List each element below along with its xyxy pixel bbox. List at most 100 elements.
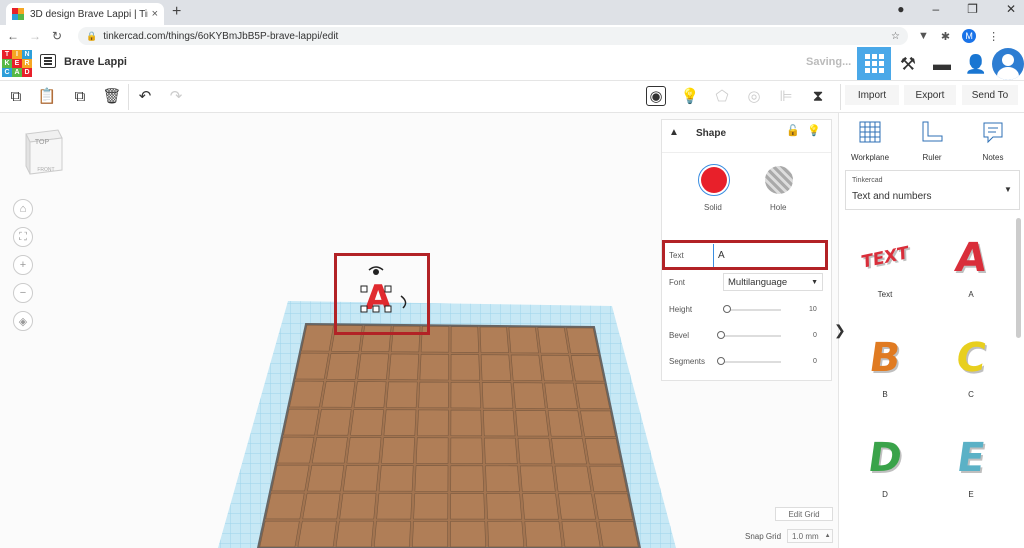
bookmark-star-icon[interactable]: ☆: [891, 31, 900, 42]
hole-button[interactable]: [765, 166, 793, 194]
zoom-out-icon[interactable]: −: [13, 283, 33, 303]
plate-cell: [589, 465, 628, 492]
window-controls: ● – ❐ ✕: [897, 2, 1016, 16]
forward-icon[interactable]: →: [26, 29, 44, 43]
undo-icon[interactable]: ↶: [135, 86, 155, 106]
plate-cell: [480, 354, 512, 381]
workplane-tool[interactable]: Workplane: [848, 120, 892, 162]
plate-cell: [593, 493, 633, 520]
segments-slider-knob[interactable]: [717, 357, 725, 365]
extension-icon[interactable]: ▼: [918, 30, 929, 42]
plate-cell: [326, 353, 359, 380]
viewcube-top: TOP: [35, 139, 50, 146]
maximize-icon[interactable]: ❐: [967, 2, 978, 16]
rotate-handle: [400, 295, 407, 309]
height-slider-track[interactable]: [723, 309, 781, 311]
minimize-icon[interactable]: –: [932, 2, 939, 16]
lock-shape-icon[interactable]: 🔓: [786, 124, 800, 137]
plate-cell: [450, 381, 481, 409]
bevel-slider-track[interactable]: [719, 335, 781, 337]
plate-cell: [484, 437, 518, 464]
plate-cell: [295, 352, 329, 380]
height-slider-knob[interactable]: [723, 305, 731, 313]
bevel-slider-knob[interactable]: [717, 331, 725, 339]
shape-item-b[interactable]: BB: [850, 330, 920, 399]
ruler-label: Ruler: [922, 153, 942, 162]
home-view-icon[interactable]: ⌂: [13, 199, 33, 219]
bricks-icon[interactable]: ▬: [930, 52, 954, 76]
ungroup-icon[interactable]: ◎: [744, 86, 764, 106]
project-name[interactable]: Brave Lappi: [64, 56, 127, 68]
group-icon[interactable]: ⬠: [712, 86, 732, 106]
profile-avatar[interactable]: M: [962, 29, 977, 43]
library-select[interactable]: Tinkercad Text and numbers ▼: [845, 170, 1020, 210]
show-hide-icon[interactable]: ◉: [646, 86, 666, 106]
close-window-icon[interactable]: ✕: [1006, 2, 1016, 16]
light-shape-icon[interactable]: 💡: [807, 124, 821, 137]
tinkercad-logo[interactable]: TIN KER CAD: [2, 50, 32, 77]
address-bar[interactable]: 🔒 tinkercad.com/things/6oKYBmJbB5P-brave…: [78, 27, 908, 45]
ruler-icon: [922, 121, 943, 142]
shape-item-a[interactable]: AA: [936, 230, 1006, 299]
segments-value[interactable]: 0: [813, 358, 817, 365]
design-list-icon[interactable]: [40, 54, 56, 68]
solid-button[interactable]: [698, 164, 730, 196]
notes-tool[interactable]: Notes: [971, 120, 1015, 162]
new-tab-button[interactable]: +: [172, 3, 181, 21]
profile-dot-icon[interactable]: ●: [897, 2, 904, 16]
plate-cell: [487, 521, 525, 548]
fit-view-icon[interactable]: ⛶: [13, 227, 33, 247]
shape-item-d[interactable]: DD: [850, 430, 920, 499]
browser-tab[interactable]: 3D design Brave Lappi | Tinkercad ×: [6, 3, 164, 25]
shape-item-e[interactable]: EE: [936, 430, 1006, 499]
lightbulb-icon[interactable]: 💡: [680, 86, 700, 106]
plate-cell: [376, 493, 413, 520]
duplicate-icon[interactable]: ⧉: [70, 86, 90, 106]
back-icon[interactable]: ←: [4, 29, 22, 43]
import-button[interactable]: Import: [845, 85, 899, 105]
trash-icon[interactable]: 🗑: [102, 86, 122, 106]
shape-item-c[interactable]: CC: [936, 330, 1006, 399]
shape-item-text[interactable]: TEXT Text: [850, 230, 920, 299]
plate-cell: [388, 353, 419, 381]
bevel-value[interactable]: 0: [813, 332, 817, 339]
text-input[interactable]: A: [713, 244, 824, 267]
pickaxe-icon[interactable]: ⚒: [896, 52, 920, 76]
reload-icon[interactable]: ↻: [48, 29, 66, 43]
plate-cell: [558, 493, 596, 520]
plate-cell: [486, 493, 522, 520]
paste-icon[interactable]: 📋: [37, 86, 57, 106]
view-cube[interactable]: TOP FRONT: [22, 128, 64, 178]
3d-view-button[interactable]: [857, 47, 891, 80]
plate-cell: [450, 409, 482, 437]
copy-icon[interactable]: ⧉: [6, 86, 26, 106]
collapse-sidebar-icon[interactable]: ❯: [834, 322, 846, 340]
align-icon[interactable]: ⊫: [776, 86, 796, 106]
handle: [384, 285, 392, 293]
kebab-menu-icon[interactable]: ⋮: [988, 30, 999, 43]
redo-icon[interactable]: ↷: [166, 86, 186, 106]
send-to-button[interactable]: Send To: [962, 85, 1018, 105]
library-name: Text and numbers: [852, 191, 932, 202]
tab-close-icon[interactable]: ×: [152, 8, 158, 20]
plate-cell: [321, 381, 356, 408]
toolbar-divider: [128, 84, 129, 110]
mirror-icon[interactable]: ⧗: [808, 86, 828, 106]
letter-a-shape[interactable]: A: [355, 264, 415, 319]
user-avatar[interactable]: [992, 48, 1024, 80]
font-select[interactable]: Multilanguage ▼: [723, 273, 823, 291]
plate-cell: [522, 493, 559, 520]
ruler-tool[interactable]: Ruler: [910, 120, 954, 162]
library-scrollbar[interactable]: [1016, 218, 1021, 338]
segments-slider-track[interactable]: [719, 361, 781, 363]
puzzle-icon[interactable]: ✱: [941, 30, 950, 43]
plate-cell: [551, 438, 587, 465]
export-button[interactable]: Export: [904, 85, 956, 105]
height-value[interactable]: 10: [809, 306, 817, 313]
edit-grid-button[interactable]: Edit Grid: [775, 507, 833, 521]
collapse-panel-icon[interactable]: ▲: [669, 127, 679, 138]
add-user-icon[interactable]: 👤: [964, 52, 988, 76]
snap-grid-select[interactable]: 1.0 mm ▲: [787, 529, 833, 543]
zoom-in-icon[interactable]: +: [13, 255, 33, 275]
perspective-icon[interactable]: ◈: [13, 311, 33, 331]
